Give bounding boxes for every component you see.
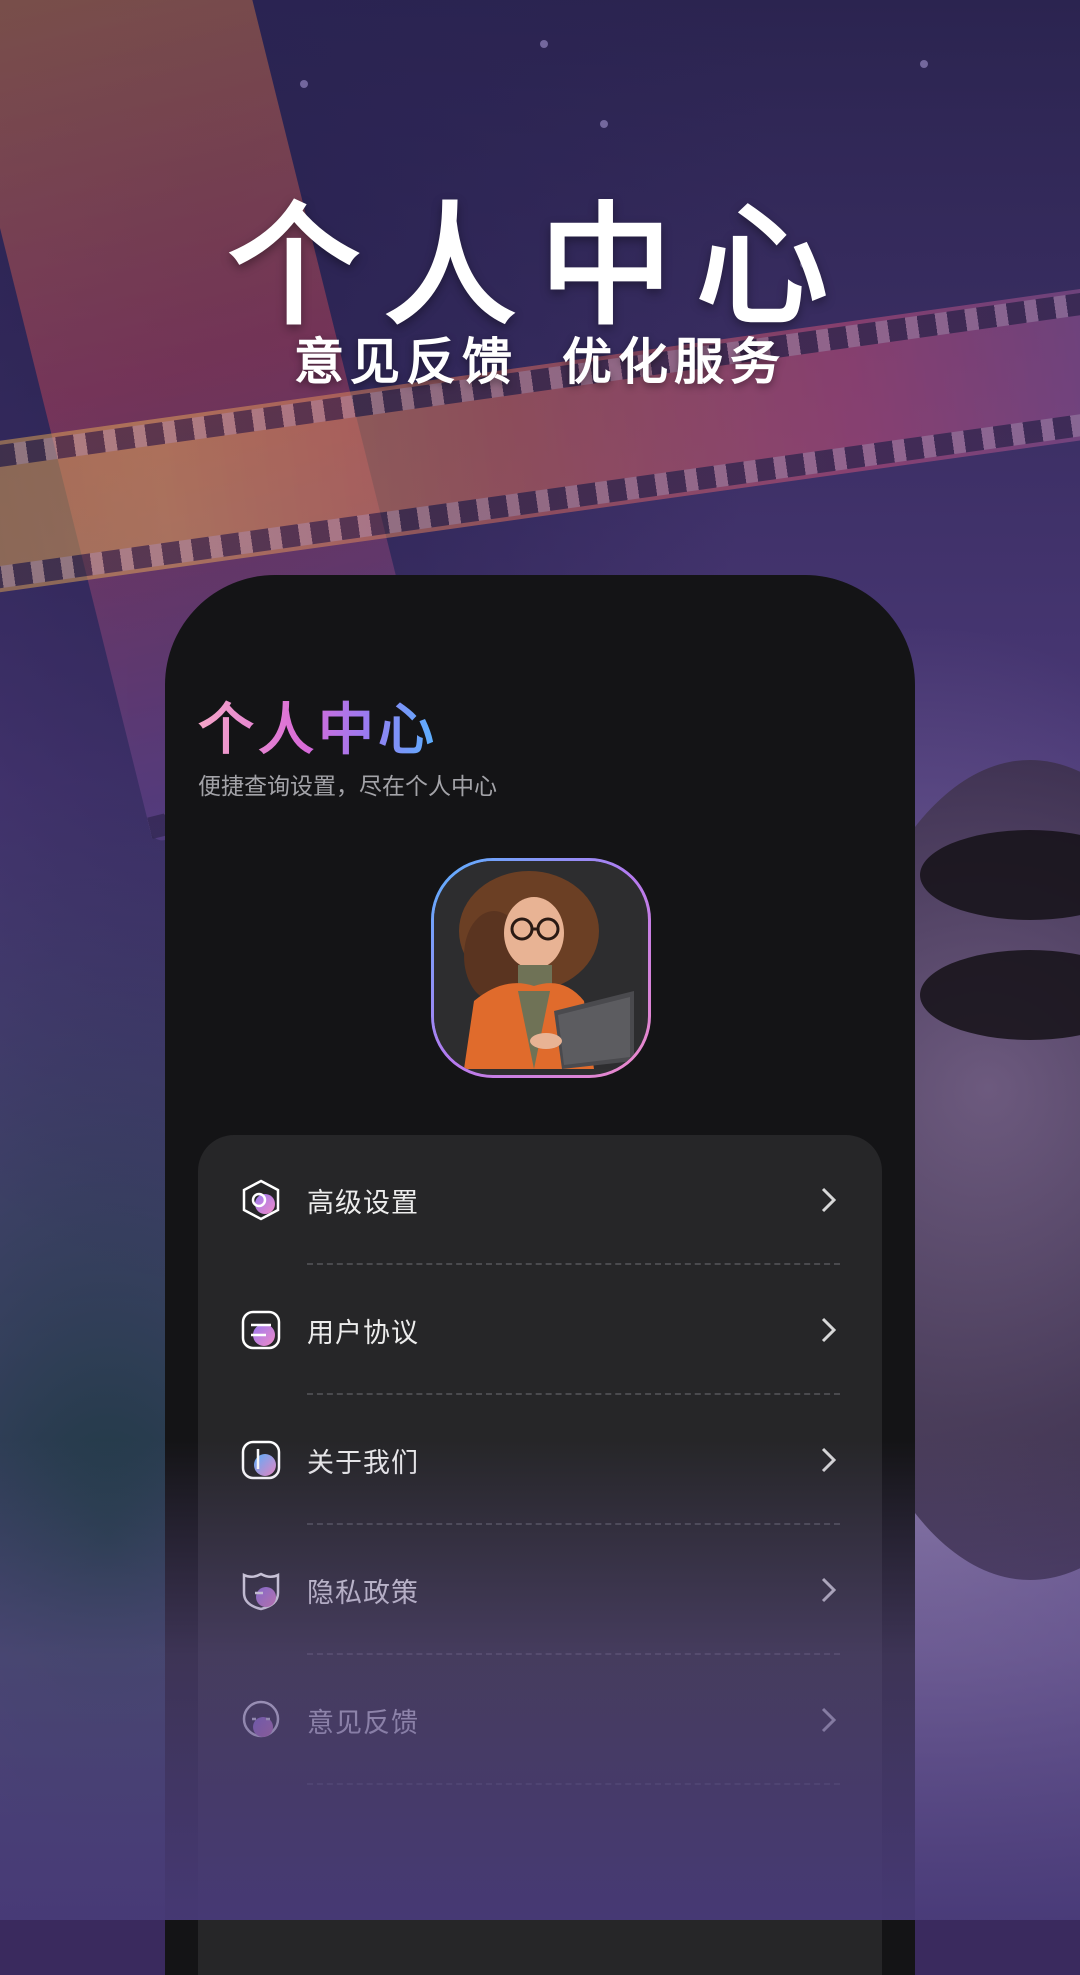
menu-item-label: 高级设置: [307, 1188, 419, 1219]
menu-item-label: 隐私政策: [307, 1578, 419, 1609]
star-decoration: [300, 80, 308, 88]
page-subtitle: 便捷查询设置，尽在个人中心: [198, 774, 497, 800]
menu-item-label: 关于我们: [307, 1448, 419, 1479]
menu-item-feedback[interactable]: 意见反馈: [198, 1655, 882, 1785]
menu-divider: [307, 1783, 840, 1785]
promo-subhead: 意见反馈 优化服务: [0, 322, 1080, 394]
menu-item-label: 意见反馈: [307, 1708, 419, 1739]
info-icon: [241, 1440, 281, 1480]
avatar[interactable]: [431, 858, 651, 1078]
promo-subhead-left: 意见反馈: [294, 333, 518, 391]
agreement-icon: [241, 1310, 281, 1350]
chevron-right-icon: [821, 1447, 837, 1473]
menu-item-about-us[interactable]: 关于我们: [198, 1395, 882, 1525]
settings-hexagon-icon: [242, 1179, 280, 1221]
chevron-right-icon: [821, 1317, 837, 1343]
feedback-chat-icon: [242, 1700, 280, 1738]
avatar-image: [434, 861, 648, 1075]
star-decoration: [920, 60, 928, 68]
star-decoration: [600, 120, 608, 128]
phone-screen: 个人中心 便捷查询设置，尽在个人中心 高级设置 用户协议 关于我们 隐私政策 意…: [165, 575, 915, 1975]
menu-item-privacy-policy[interactable]: 隐私政策: [198, 1525, 882, 1655]
promo-subhead-right: 优化服务: [562, 333, 786, 391]
settings-menu: 高级设置 用户协议 关于我们 隐私政策 意见反馈: [198, 1135, 882, 1975]
menu-item-label: 用户协议: [307, 1318, 419, 1349]
shield-icon: [242, 1572, 280, 1611]
star-decoration: [540, 40, 548, 48]
menu-item-user-agreement[interactable]: 用户协议: [198, 1265, 882, 1395]
chevron-right-icon: [821, 1187, 837, 1213]
page-title: 个人中心: [198, 685, 438, 766]
chevron-right-icon: [821, 1707, 837, 1733]
chevron-right-icon: [821, 1577, 837, 1603]
menu-item-advanced-settings[interactable]: 高级设置: [198, 1135, 882, 1265]
